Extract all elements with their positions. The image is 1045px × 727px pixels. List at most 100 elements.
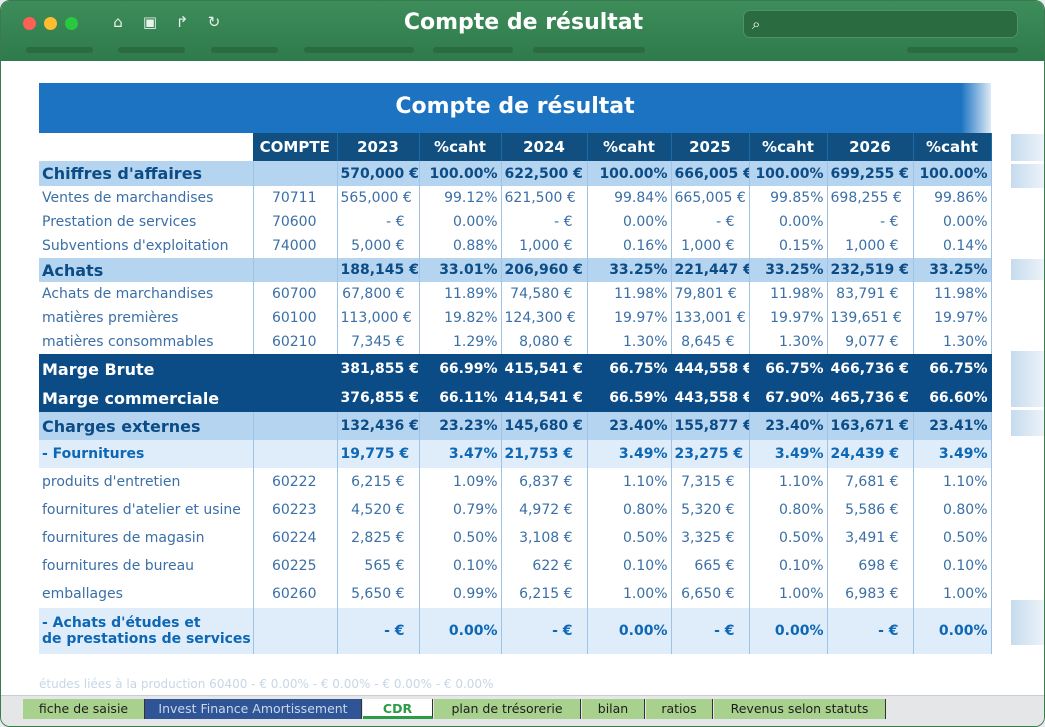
percent-cell[interactable]: 0.00% (587, 608, 672, 654)
ribbon-tab[interactable] (118, 47, 185, 53)
amount-cell[interactable]: 5,000 € (337, 234, 420, 258)
percent-cell[interactable]: 3.49% (913, 440, 992, 468)
amount-cell[interactable]: 113,000 € (337, 306, 420, 330)
column-header[interactable]: %caht (419, 133, 502, 161)
account-code-cell[interactable] (253, 384, 338, 412)
amount-cell[interactable]: 6,215 € (337, 468, 420, 496)
row-label[interactable]: matières consommables (39, 330, 254, 354)
percent-cell[interactable]: 66.75% (587, 354, 672, 384)
amount-cell[interactable]: 5,650 € (337, 580, 420, 608)
percent-cell[interactable]: 99.86% (913, 186, 992, 210)
account-code-cell[interactable] (253, 608, 338, 654)
amount-cell[interactable]: 6,983 € (827, 580, 914, 608)
percent-cell[interactable]: 33.01% (419, 258, 502, 282)
amount-cell[interactable]: 7,345 € (337, 330, 420, 354)
amount-cell[interactable]: 6,837 € (501, 468, 588, 496)
percent-cell[interactable]: 19.97% (913, 306, 992, 330)
account-code-cell[interactable]: 60225 (253, 552, 338, 580)
sheet-tab-revenus-selon-statuts[interactable]: Revenus selon statuts (714, 699, 886, 719)
amount-cell[interactable]: 3,108 € (501, 524, 588, 552)
row-label[interactable]: fournitures de bureau (39, 552, 254, 580)
row-label[interactable]: - Achats d'études et de prestations de se… (39, 608, 254, 654)
column-header[interactable]: 2026 (827, 133, 914, 161)
amount-cell[interactable]: 3,491 € (827, 524, 914, 552)
percent-cell[interactable]: 33.25% (913, 258, 992, 282)
amount-cell[interactable]: 376,855 € (337, 384, 420, 412)
percent-cell[interactable]: 66.75% (913, 354, 992, 384)
amount-cell[interactable]: 381,855 € (337, 354, 420, 384)
amount-cell[interactable]: 6,650 € (671, 580, 750, 608)
row-label[interactable]: emballages (39, 580, 254, 608)
amount-cell[interactable]: - € (501, 608, 588, 654)
percent-cell[interactable]: 3.49% (749, 440, 828, 468)
amount-cell[interactable]: 206,960 € (501, 258, 588, 282)
column-header-compte[interactable]: COMPTE (253, 133, 338, 161)
percent-cell[interactable]: 1.00% (749, 580, 828, 608)
amount-cell[interactable]: 8,645 € (671, 330, 750, 354)
amount-cell[interactable]: 188,145 € (337, 258, 420, 282)
percent-cell[interactable]: 19.97% (587, 306, 672, 330)
percent-cell[interactable]: 0.80% (749, 496, 828, 524)
account-code-cell[interactable]: 60260 (253, 580, 338, 608)
sheet-tab-cdr[interactable]: CDR (363, 699, 433, 719)
amount-cell[interactable]: 232,519 € (827, 258, 914, 282)
percent-cell[interactable]: 0.00% (419, 210, 502, 234)
column-header[interactable]: %caht (913, 133, 992, 161)
row-label[interactable]: Charges externes (39, 412, 254, 440)
account-code-cell[interactable]: 70711 (253, 186, 338, 210)
percent-cell[interactable]: 23.23% (419, 412, 502, 440)
row-label[interactable]: Marge Brute (39, 354, 254, 384)
percent-cell[interactable]: 66.75% (749, 354, 828, 384)
percent-cell[interactable]: 1.10% (749, 468, 828, 496)
sheet-tab-plan-de-tr-sorerie[interactable]: plan de trésorerie (434, 699, 581, 719)
percent-cell[interactable]: 66.99% (419, 354, 502, 384)
percent-cell[interactable]: 66.60% (913, 384, 992, 412)
amount-cell[interactable]: 7,681 € (827, 468, 914, 496)
amount-cell[interactable]: 21,753 € (501, 440, 588, 468)
column-header[interactable]: %caht (587, 133, 672, 161)
amount-cell[interactable]: 139,651 € (827, 306, 914, 330)
amount-cell[interactable]: 132,436 € (337, 412, 420, 440)
account-code-cell[interactable]: 74000 (253, 234, 338, 258)
column-header[interactable]: %caht (749, 133, 828, 161)
row-label[interactable]: - Fournitures (39, 440, 254, 468)
amount-cell[interactable]: 465,736 € (827, 384, 914, 412)
amount-cell[interactable]: 23,275 € (671, 440, 750, 468)
ribbon-tab[interactable] (533, 47, 645, 53)
account-code-cell[interactable]: 60210 (253, 330, 338, 354)
percent-cell[interactable]: 1.30% (913, 330, 992, 354)
amount-cell[interactable]: 8,080 € (501, 330, 588, 354)
column-header[interactable]: 2024 (501, 133, 588, 161)
row-label[interactable]: produits d'entretien (39, 468, 254, 496)
row-label[interactable]: Ventes de marchandises (39, 186, 254, 210)
percent-cell[interactable]: 1.10% (913, 468, 992, 496)
amount-cell[interactable]: 5,320 € (671, 496, 750, 524)
percent-cell[interactable]: 1.10% (587, 468, 672, 496)
amount-cell[interactable]: - € (671, 210, 750, 234)
ribbon-tab[interactable] (211, 47, 278, 53)
account-code-cell[interactable] (253, 412, 338, 440)
amount-cell[interactable]: 622,500 € (501, 161, 588, 186)
account-code-cell[interactable]: 60223 (253, 496, 338, 524)
sheet-tab-fiche-de-saisie[interactable]: fiche de saisie (23, 699, 145, 719)
amount-cell[interactable]: - € (671, 608, 750, 654)
amount-cell[interactable]: 4,972 € (501, 496, 588, 524)
percent-cell[interactable]: 0.50% (913, 524, 992, 552)
ribbon-tab[interactable] (26, 47, 93, 53)
amount-cell[interactable]: 67,800 € (337, 282, 420, 306)
account-code-cell[interactable]: 60224 (253, 524, 338, 552)
amount-cell[interactable]: 1,000 € (827, 234, 914, 258)
percent-cell[interactable]: 0.10% (913, 552, 992, 580)
amount-cell[interactable]: 4,520 € (337, 496, 420, 524)
amount-cell[interactable]: 5,586 € (827, 496, 914, 524)
account-code-cell[interactable] (253, 440, 338, 468)
sheet-tab-ratios[interactable]: ratios (646, 699, 713, 719)
account-code-cell[interactable] (253, 258, 338, 282)
row-label[interactable]: matières premières (39, 306, 254, 330)
amount-cell[interactable]: 2,825 € (337, 524, 420, 552)
column-header[interactable]: 2025 (671, 133, 750, 161)
percent-cell[interactable]: 0.10% (587, 552, 672, 580)
row-label[interactable]: fournitures de magasin (39, 524, 254, 552)
percent-cell[interactable]: 0.10% (749, 552, 828, 580)
percent-cell[interactable]: 11.98% (749, 282, 828, 306)
